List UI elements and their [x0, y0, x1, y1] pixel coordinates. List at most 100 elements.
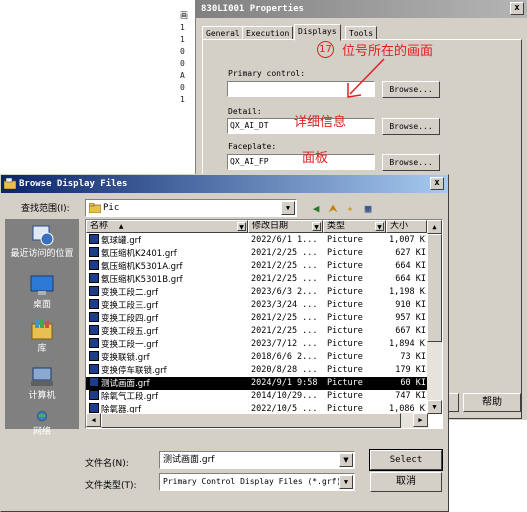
file-type: Picture — [327, 313, 363, 323]
faceplate-browse-button[interactable]: Browse... — [382, 154, 440, 171]
file-row[interactable]: 氨压缩机K2401.grf 2021/2/25 ... Picture 627 KI — [86, 247, 427, 260]
faceplate-label: Faceplate: — [228, 142, 277, 151]
tab-displays[interactable]: Displays — [294, 24, 341, 41]
file-name: 氨压缩机K5301B.grf — [101, 275, 183, 285]
grf-file-icon — [89, 377, 99, 387]
file-name: 变换联锁.grf — [101, 353, 150, 363]
place-desktop[interactable]: 桌面 — [5, 274, 79, 311]
chevron-down-icon[interactable]: ▼ — [339, 475, 353, 489]
file-name: 变换工段一.grf — [101, 340, 159, 350]
file-name: 变换工段二.grf — [101, 288, 159, 298]
file-date: 2021/2/25 ... — [251, 261, 318, 271]
file-row[interactable]: 变换工段五.grf 2021/2/25 ... Picture 667 KI — [86, 325, 427, 338]
place-recent[interactable]: 最近访问的位置 — [5, 223, 79, 260]
column-header-type[interactable]: 类型 ▼ — [323, 220, 386, 233]
horizontal-scrollbar[interactable]: ◀ ▶ — [86, 413, 428, 428]
dialog-titlebar: Browse Display Files x — [1, 175, 448, 193]
column-header-size[interactable]: 大小 — [386, 220, 427, 233]
cancel-button[interactable]: 取消 — [370, 472, 442, 492]
file-name: 变换工段四.grf — [101, 314, 159, 324]
file-row[interactable]: 变换停车联锁.grf 2020/8/28 ... Picture 179 KI — [86, 364, 427, 377]
file-name-cell: 变换工段二.grf — [89, 286, 249, 300]
file-row[interactable]: 变换联锁.grf 2018/6/6 2... Picture 73 KI — [86, 351, 427, 364]
file-row[interactable]: 变换工段四.grf 2021/2/25 ... Picture 957 KI — [86, 312, 427, 325]
chevron-down-icon[interactable]: ▼ — [281, 201, 295, 215]
chevron-down-icon[interactable]: ▼ — [237, 222, 246, 231]
detail-browse-button[interactable]: Browse... — [382, 118, 440, 135]
filetype-select[interactable]: Primary Control Display Files (*.grf) ▼ — [159, 473, 355, 491]
file-type: Picture — [327, 365, 363, 375]
file-name-cell: 变换工段三.grf — [89, 299, 249, 313]
properties-close-icon[interactable]: x — [510, 2, 524, 15]
file-name: 变换停车联锁.grf — [101, 366, 167, 376]
file-row[interactable]: 变换工段一.grf 2023/7/12 ... Picture 1,894 KI — [86, 338, 427, 351]
file-row[interactable]: 变换工段三.grf 2023/3/24 ... Picture 910 KI — [86, 299, 427, 312]
scroll-thumb[interactable] — [427, 234, 442, 342]
file-type: Picture — [327, 300, 363, 310]
place-network[interactable]: 网络 — [5, 411, 79, 438]
folder-icon — [89, 203, 101, 213]
file-name-cell: 测试画面.grf — [89, 377, 249, 391]
column-header-label: 名称 — [90, 221, 109, 231]
back-icon[interactable]: ◀ — [309, 202, 323, 216]
grf-file-icon — [89, 273, 99, 283]
grf-file-icon — [89, 247, 99, 257]
tab-execution[interactable]: Execution — [242, 26, 294, 40]
chevron-down-icon[interactable]: ▼ — [375, 222, 384, 231]
file-row[interactable]: 除氧气工段.grf 2014/10/29... Picture 747 KI — [86, 390, 427, 403]
column-header-name[interactable]: 名称 ▲ ▼ — [86, 220, 248, 233]
place-label: 最近访问的位置 — [10, 249, 74, 259]
scroll-thumb[interactable] — [101, 413, 401, 428]
file-list[interactable]: 名称 ▲ ▼ 修改日期 ▼ 类型 ▼ 大小 氨球罐.grf 2022/6/1 1.… — [85, 219, 443, 429]
grf-file-icon — [89, 260, 99, 270]
file-type: Picture — [327, 339, 363, 349]
file-date: 2024/9/1 9:58 — [251, 378, 318, 388]
column-header-date[interactable]: 修改日期 ▼ — [248, 220, 323, 233]
background-text: 0 — [180, 59, 185, 68]
view-menu-icon[interactable]: ▦ — [361, 202, 375, 216]
place-label: 库 — [37, 344, 47, 354]
filename-input[interactable]: 测试画面.grf ▼ — [159, 451, 355, 469]
file-type: Picture — [327, 248, 363, 258]
file-date: 2023/6/3 2... — [251, 287, 318, 297]
file-name: 除氧气工段.grf — [101, 392, 159, 402]
file-row[interactable]: 氨压缩机K5301A.grf 2021/2/25 ... Picture 664 KI — [86, 260, 427, 273]
select-button[interactable]: Select — [369, 449, 443, 471]
scroll-left-icon[interactable]: ◀ — [86, 413, 101, 427]
file-row[interactable]: 氨球罐.grf 2022/6/1 1... Picture 1,007 KI — [86, 234, 427, 247]
scroll-right-icon[interactable]: ▶ — [413, 413, 428, 427]
tab-tools[interactable]: Tools — [345, 26, 378, 40]
scroll-down-icon[interactable]: ▼ — [427, 400, 442, 414]
file-size: 667 KI — [395, 326, 426, 336]
vertical-scrollbar[interactable]: ▲ ▼ — [427, 220, 442, 414]
dialog-close-icon[interactable]: x — [430, 177, 444, 190]
primary-browse-button[interactable]: Browse... — [382, 81, 440, 98]
file-size: 73 KI — [400, 352, 426, 362]
chevron-down-icon[interactable]: ▼ — [312, 222, 321, 231]
tab-general[interactable]: General — [202, 26, 244, 40]
file-size: 627 KI — [395, 248, 426, 258]
scroll-up-icon[interactable]: ▲ — [427, 220, 442, 234]
file-row[interactable]: 变换工段二.grf 2023/6/3 2... Picture 1,198 KI — [86, 286, 427, 299]
background-text: 1 — [180, 95, 185, 104]
file-date: 2021/2/25 ... — [251, 313, 318, 323]
place-computer[interactable]: 计算机 — [5, 365, 79, 402]
file-row[interactable]: 氨压缩机K5301B.grf 2021/2/25 ... Picture 664 KI — [86, 273, 427, 286]
chevron-down-icon[interactable]: ▼ — [339, 453, 353, 467]
file-name-cell: 变换工段五.grf — [89, 325, 249, 339]
help-button[interactable]: 帮助 — [463, 393, 521, 412]
faceplate-field[interactable]: QX_AI_FP — [227, 154, 375, 170]
file-name: 氨压缩机K2401.grf — [101, 249, 177, 259]
file-date: 2020/8/28 ... — [251, 365, 318, 375]
new-folder-icon[interactable]: ✦ — [343, 202, 357, 216]
up-folder-icon[interactable]: ⮝ — [326, 202, 340, 216]
file-date: 2022/6/1 1... — [251, 235, 318, 245]
file-row[interactable]: 测试画面.grf 2024/9/1 9:58 Picture 60 KI — [86, 377, 427, 390]
file-name-cell: 变换工段四.grf — [89, 312, 249, 326]
look-in-combo[interactable]: Pic ▼ — [85, 199, 297, 217]
place-library[interactable]: 库 — [5, 318, 79, 355]
file-size: 957 KI — [395, 313, 426, 323]
file-size: 1,198 KI — [389, 287, 426, 297]
file-type: Picture — [327, 287, 363, 297]
file-size: 747 KI — [395, 391, 426, 401]
